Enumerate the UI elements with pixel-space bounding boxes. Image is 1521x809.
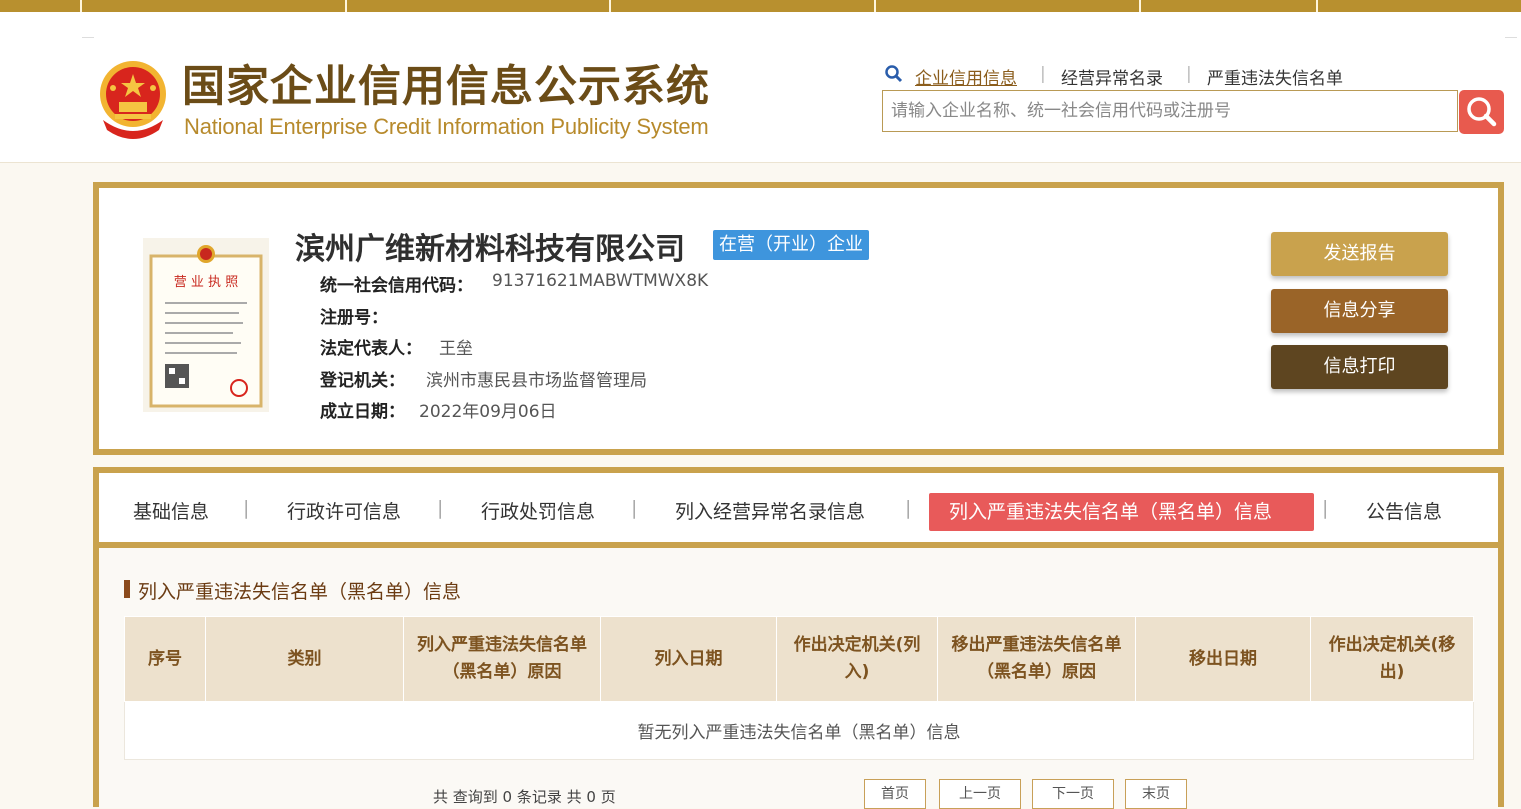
section-marker [124,580,130,598]
top-strip-divider [80,0,82,12]
empty-message: 暂无列入严重违法失信名单（黑名单）信息 [124,701,1474,760]
top-strip [0,0,1521,12]
blacklist-table: 序号 类别 列入严重违法失信名单（黑名单）原因 列入日期 作出决定机关(列入) … [124,616,1474,760]
link-blacklist[interactable]: 严重违法失信名单 [1207,64,1343,89]
tab-blacklist[interactable]: 列入严重违法失信名单（黑名单）信息 [949,497,1272,524]
link-separator: | [1186,64,1192,84]
tab-separator: | [1322,497,1329,519]
site-subtitle: National Enterprise Credit Information P… [184,114,709,139]
reg-number-label: 注册号： [320,308,388,328]
share-info-button[interactable]: 信息分享 [1271,289,1448,333]
column-header: 作出决定机关(列入) [776,616,938,702]
top-strip-divider [609,0,611,12]
column-header: 移出日期 [1135,616,1311,702]
tab-separator: | [243,497,250,519]
established-date-label: 成立日期： [320,402,405,422]
send-report-button[interactable]: 发送报告 [1271,232,1448,276]
top-strip-divider [345,0,347,12]
status-badge: 在营（开业）企业 [713,230,869,260]
tab-abnormal-operations[interactable]: 列入经营异常名录信息 [675,497,865,524]
magnifier-icon [1467,97,1497,127]
link-separator: | [1040,64,1046,84]
header-tick [1505,37,1517,38]
registration-authority-value: 滨州市惠民县市场监督管理局 [426,371,647,391]
search-button[interactable] [1459,90,1504,134]
top-strip-divider [1316,0,1318,12]
column-header: 移出严重违法失信名单（黑名单）原因 [937,616,1136,702]
tab-separator: | [437,497,444,519]
table-row: 暂无列入严重违法失信名单（黑名单）信息 [124,701,1474,760]
national-emblem-icon [100,61,166,139]
column-header: 列入严重违法失信名单（黑名单）原因 [403,616,601,702]
registration-authority-label: 登记机关： [320,371,405,391]
print-info-button[interactable]: 信息打印 [1271,345,1448,389]
last-page-button[interactable]: 末页 [1125,779,1187,809]
header-tick [82,37,94,38]
table-header-row: 序号 类别 列入严重违法失信名单（黑名单）原因 列入日期 作出决定机关(列入) … [124,616,1474,702]
established-date-value: 2022年09月06日 [419,402,557,422]
legal-rep-value: 王垒 [439,339,473,359]
link-abnormal-operations[interactable]: 经营异常名录 [1061,64,1163,89]
credit-code-value: 91371621MABWTMWX8K [492,271,709,291]
prev-page-button[interactable]: 上一页 [939,779,1021,809]
column-header: 序号 [124,616,206,702]
search-icon [885,65,903,83]
column-header: 列入日期 [600,616,777,702]
tab-admin-penalty[interactable]: 行政处罚信息 [481,497,595,524]
svg-text:营 业 执 照: 营 业 执 照 [174,275,238,290]
business-license-icon: 营 业 执 照 [143,238,269,412]
tab-separator: | [905,497,912,519]
legal-rep-label: 法定代表人： [320,339,422,359]
search-box [882,90,1458,132]
tab-admin-license[interactable]: 行政许可信息 [287,497,401,524]
tab-basic-info[interactable]: 基础信息 [133,497,209,524]
tab-announcements[interactable]: 公告信息 [1366,497,1442,524]
column-header: 类别 [205,616,404,702]
section-title: 列入严重违法失信名单（黑名单）信息 [138,581,462,603]
top-strip-divider [1139,0,1141,12]
search-input[interactable] [883,91,1457,131]
link-enterprise-credit[interactable]: 企业信用信息 [915,64,1017,89]
credit-code-label: 统一社会信用代码： [320,276,473,296]
company-name: 滨州广维新材料科技有限公司 [295,232,685,267]
column-header: 作出决定机关(移出) [1310,616,1474,702]
next-page-button[interactable]: 下一页 [1032,779,1114,809]
pagination-summary: 共 查询到 0 条记录 共 0 页 [433,788,616,806]
first-page-button[interactable]: 首页 [864,779,926,809]
tab-separator: | [631,497,638,519]
top-strip-divider [874,0,876,12]
site-title: 国家企业信用信息公示系统 [182,62,710,112]
